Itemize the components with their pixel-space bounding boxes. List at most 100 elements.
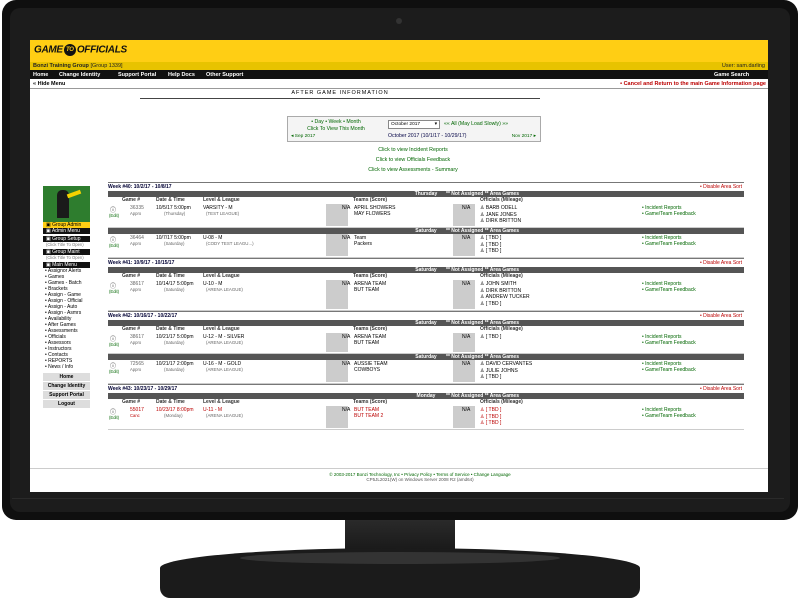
nav-help-docs[interactable]: Help Docs: [168, 72, 195, 78]
official-name[interactable]: ♙ [ TBD ]: [480, 235, 501, 241]
column-headers: Game # Date & Time Level & League Teams (Sc…: [108, 273, 744, 280]
game-status: Appro: [130, 211, 142, 216]
official-name[interactable]: ♙ [ TBD ]: [480, 248, 501, 254]
edit-link[interactable]: (Edit): [109, 415, 119, 420]
game-dow: (Thursday): [164, 211, 186, 216]
prev-month[interactable]: ◂ Sep 2017: [291, 134, 315, 139]
official-name[interactable]: ♙ JULIE JOHNS: [480, 368, 518, 374]
nav-other-support[interactable]: Other Support: [206, 72, 243, 78]
score-na: N/A: [342, 407, 351, 413]
official-name[interactable]: ♙ [ TBD ]: [480, 407, 501, 413]
footer-divider: [30, 468, 768, 469]
game-row: ⓘ (Edit) 55017 Canc 10/23/17 8:00pm (Monday) U…: [108, 406, 744, 430]
game-feedback-link[interactable]: • Game/Team Feedback: [642, 340, 696, 346]
sidebar-item[interactable]: • News / Info: [43, 364, 90, 370]
cancel-label: Cancel and Return to the main Game Infor…: [623, 81, 766, 87]
view-week[interactable]: Week: [328, 119, 341, 125]
official-name[interactable]: ♙ JOHN SMITH: [480, 281, 516, 287]
game-feedback-link[interactable]: • Game/Team Feedback: [642, 211, 696, 217]
admin-menu-bar[interactable]: ▣ Admin Menu: [43, 228, 90, 234]
official-name[interactable]: ♙ [ TBD ]: [480, 301, 501, 307]
next-month[interactable]: Nov 2017 ▸: [512, 134, 536, 139]
team-name: BUT TEAM: [354, 287, 380, 293]
col-level: Level & League: [203, 399, 240, 405]
official-name[interactable]: ♙ DIRK BRITTON: [480, 288, 521, 294]
game-feedback-link[interactable]: • Game/Team Feedback: [642, 287, 696, 293]
game-feedback-link[interactable]: • Game/Team Feedback: [642, 367, 696, 373]
col-officials: Officials (Mileage): [480, 273, 523, 279]
game-league: (TEST LEAGUE): [206, 211, 240, 216]
nav-home[interactable]: Home: [33, 72, 48, 78]
disable-area-sort[interactable]: • Disable Area Sort: [700, 183, 742, 191]
col-officials: Officials (Mileage): [480, 399, 523, 405]
sidebar-footer-item[interactable]: Home: [43, 372, 90, 381]
official-name[interactable]: ♙ ANDREW TUCKER: [480, 294, 530, 300]
webcam-icon: [396, 18, 402, 24]
game-dow: (Saturday): [164, 340, 185, 345]
game-status: Appro: [130, 367, 142, 372]
all-link[interactable]: «« All (May Load Slowly) »»: [444, 121, 508, 127]
logo[interactable]: GAME TO OFFICIALS: [34, 44, 127, 56]
view-month[interactable]: Month: [346, 119, 360, 125]
official-name[interactable]: ♙ [ TBD ]: [480, 420, 501, 426]
game-league: (ARENA LEAGUE): [206, 367, 243, 372]
view-day[interactable]: Day: [315, 119, 324, 125]
official-name[interactable]: ♙ DAVID CERVANTES: [480, 361, 532, 367]
official-name[interactable]: ♙ [ TBD ]: [480, 242, 501, 248]
official-name[interactable]: ♙ BARB ODELL: [480, 205, 517, 211]
incident-reports-link[interactable]: Click to view Incident Reports: [287, 147, 539, 157]
mileage-na: N/A: [462, 235, 471, 241]
edit-link[interactable]: (Edit): [109, 369, 119, 374]
sidebar-footer-item[interactable]: Support Portal: [43, 390, 90, 399]
game-feedback-link[interactable]: • Game/Team Feedback: [642, 241, 696, 247]
game-status: Appro: [130, 340, 142, 345]
nav-support-portal[interactable]: Support Portal: [118, 72, 156, 78]
nav-change-identity[interactable]: Change Identity: [59, 72, 100, 78]
edit-link[interactable]: (Edit): [109, 243, 119, 248]
cancel-return-link[interactable]: • Cancel and Return to the main Game Inf…: [620, 81, 766, 87]
view-mode-links: • Day • Week • Month: [311, 119, 361, 125]
game-league: (ARENA LEAGUE): [206, 287, 243, 292]
week-header: Week #41: 10/9/17 - 10/15/17 • Disable Ar…: [108, 258, 744, 267]
official-name[interactable]: ♙ DIRK BRITTON: [480, 218, 521, 224]
referee-image: [43, 186, 90, 222]
hide-menu-link[interactable]: « Hide Menu: [33, 81, 65, 87]
col-game: Game #: [122, 326, 141, 332]
next-label: Nov 2017: [511, 134, 533, 139]
col-game: Game #: [122, 197, 141, 203]
game-dow: (Saturday): [164, 367, 185, 372]
assessments-summary-link[interactable]: Click to view Assessments - Summary: [287, 167, 539, 177]
team-name: MAY FLOWERS: [354, 211, 391, 217]
edit-link[interactable]: (Edit): [109, 289, 119, 294]
edit-link[interactable]: (Edit): [109, 342, 119, 347]
game-dow: (Monday): [164, 413, 183, 418]
officials-feedback-link[interactable]: Click to view Officials Feedback: [287, 157, 539, 167]
col-officials: Officials (Mileage): [480, 197, 523, 203]
report-links: Click to view Incident Reports Click to …: [287, 147, 539, 177]
disable-area-sort[interactable]: • Disable Area Sort: [700, 259, 742, 267]
game-row: ⓘ (Edit) 36464 Appro 10/7/17 5:00pm (Saturday…: [108, 234, 744, 258]
week-label: Week #42: 10/16/17 - 10/22/17: [108, 313, 178, 319]
team-name: BUT TEAM: [354, 340, 380, 346]
mileage-na: N/A: [462, 361, 471, 367]
view-this-month[interactable]: Click To View This Month: [291, 126, 381, 132]
official-name[interactable]: ♙ [ TBD ]: [480, 414, 501, 420]
nav-game-search[interactable]: Game Search: [714, 72, 749, 78]
sidebar-footer-item[interactable]: Change Identity: [43, 381, 90, 390]
disable-area-sort[interactable]: • Disable Area Sort: [700, 312, 742, 320]
edit-link[interactable]: (Edit): [109, 213, 119, 218]
col-date: Date & Time: [156, 399, 185, 405]
sidebar-footer-item[interactable]: Logout: [43, 399, 90, 408]
month-select[interactable]: October 2017 ▾: [388, 120, 440, 129]
score-na: N/A: [342, 361, 351, 367]
official-name[interactable]: ♙ [ TBD ]: [480, 374, 501, 380]
col-teams: Teams (Score): [353, 273, 388, 279]
chevron-down-icon: ▾: [434, 122, 437, 127]
game-feedback-link[interactable]: • Game/Team Feedback: [642, 413, 696, 419]
official-name[interactable]: ♙ [ TBD ]: [480, 334, 501, 340]
week-header: Week #40: 10/2/17 - 10/8/17 • Disable Are…: [108, 182, 744, 191]
disable-area-sort[interactable]: • Disable Area Sort: [700, 385, 742, 393]
sidebar-footer: Home Change Identity Support Portal Logout: [43, 372, 90, 408]
official-name[interactable]: ♙ JANE JONES: [480, 212, 517, 218]
game-dow: (Saturday): [164, 287, 185, 292]
